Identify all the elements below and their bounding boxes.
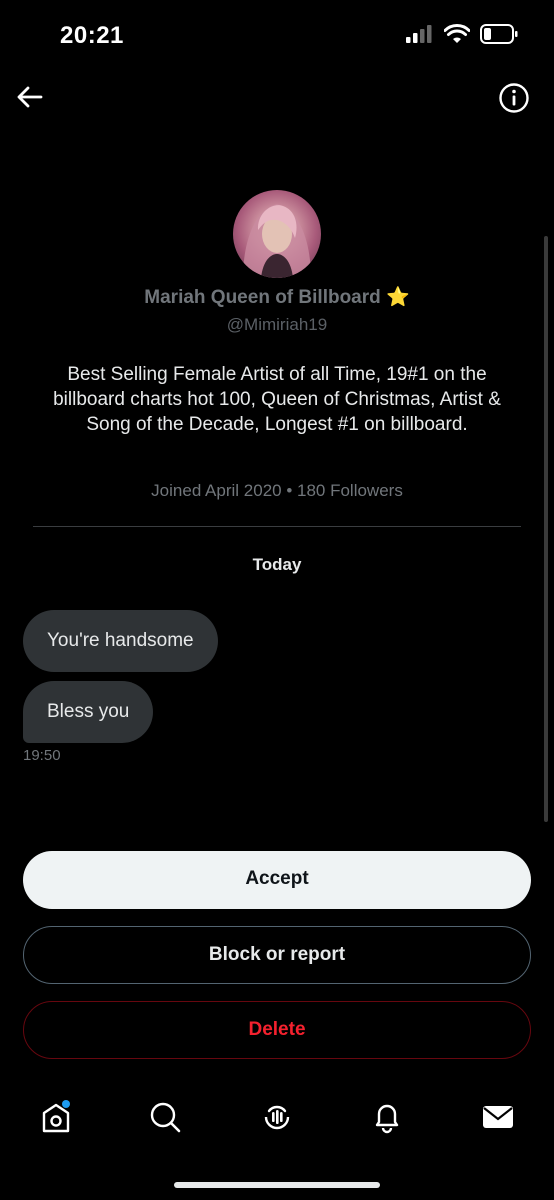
status-time: 20:21 — [60, 22, 124, 49]
info-icon[interactable] — [498, 82, 530, 114]
wifi-icon — [444, 24, 470, 43]
profile-name-text: Mariah Queen of Billboard — [144, 287, 381, 308]
delete-button[interactable]: Delete — [23, 1001, 531, 1059]
home-indicator[interactable] — [174, 1182, 380, 1188]
home-icon[interactable] — [37, 1098, 75, 1136]
profile-name[interactable]: Mariah Queen of Billboard ⭐ — [0, 285, 554, 309]
scrollbar[interactable] — [544, 236, 548, 822]
message-timestamp: 19:50 — [23, 747, 61, 764]
message-bubble[interactable]: Bless you — [23, 681, 154, 743]
message-bubble[interactable]: You're handsome — [23, 610, 218, 672]
cellular-signal-icon — [406, 25, 432, 43]
status-icons — [406, 24, 518, 44]
search-icon[interactable] — [146, 1098, 184, 1136]
notification-dot — [62, 1100, 70, 1108]
spaces-icon[interactable] — [258, 1098, 296, 1136]
profile-handle: @Mimiriah19 — [226, 315, 328, 334]
accept-button[interactable]: Accept — [23, 851, 531, 909]
profile-bio: Best Selling Female Artist of all Time, … — [53, 364, 501, 435]
joined-followers: Joined April 2020 • 180 Followers — [151, 481, 403, 500]
star-emoji: ⭐ — [386, 287, 410, 308]
notifications-icon[interactable] — [368, 1098, 406, 1136]
divider — [33, 526, 521, 527]
block-report-button[interactable]: Block or report — [23, 926, 531, 984]
messages-icon[interactable] — [479, 1098, 517, 1136]
avatar-image — [243, 204, 311, 278]
back-arrow-icon[interactable] — [14, 82, 44, 112]
battery-icon — [480, 24, 518, 44]
profile-avatar[interactable] — [233, 190, 321, 278]
date-label: Today — [252, 555, 302, 574]
